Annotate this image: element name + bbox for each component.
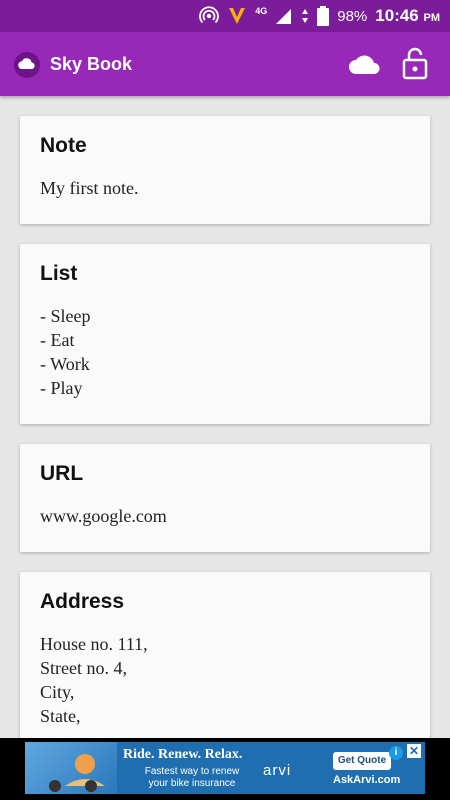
card-body: House no. 111, Street no. 4, City, State… [40, 632, 410, 728]
card-line: - Work [40, 354, 90, 374]
status-bar: 4G 98% 10:46 PM [0, 0, 450, 32]
data-arrows-icon [302, 9, 309, 23]
card-line: My first note. [40, 178, 139, 198]
note-card[interactable]: Note My first note. [20, 116, 430, 224]
note-card[interactable]: List - Sleep - Eat - Work - Play [20, 244, 430, 424]
card-title: Address [40, 590, 125, 613]
clock-ampm: PM [423, 12, 441, 24]
card-title: List [40, 262, 78, 285]
signal-icon [276, 9, 292, 24]
app-bar: Sky Book [0, 32, 450, 96]
card-line: City, [40, 682, 75, 702]
card-line: www.google.com [40, 506, 167, 526]
card-title: Note [40, 134, 87, 157]
battery-icon [317, 6, 330, 26]
ad-banner[interactable]: Ride. Renew. Relax. Fastest way to renew… [0, 738, 450, 800]
note-card[interactable]: URL www.google.com [20, 444, 430, 552]
ad-subtext-line: Fastest way to renew [144, 766, 240, 777]
app-title: Sky Book [50, 54, 133, 74]
card-body: www.google.com [40, 504, 410, 528]
clock-time: 10:46 [375, 6, 419, 25]
app-logo-icon [14, 52, 40, 78]
battery-level: 98% [337, 7, 368, 25]
card-line: House no. 111, [40, 634, 148, 654]
notes-list[interactable]: Note My first note. List - Sleep - Eat -… [0, 96, 450, 738]
ad-content[interactable]: Ride. Renew. Relax. Fastest way to renew… [25, 742, 425, 794]
card-line: Street no. 4, [40, 658, 127, 678]
ad-brand-logo: arvi [263, 762, 292, 779]
ad-domain: AskArvi.com [333, 774, 401, 786]
get-quote-button[interactable]: Get Quote [333, 752, 391, 770]
network-type: 4G [255, 6, 268, 16]
ad-headline: Ride. Renew. Relax. [123, 747, 243, 762]
card-body: My first note. [40, 176, 410, 200]
ad-close-icon[interactable]: ✕ [407, 744, 421, 758]
status-icons: 4G 98% 10:46 PM [199, 0, 440, 32]
hotspot-icon [199, 6, 220, 24]
card-title: URL [40, 462, 84, 485]
card-line: - Sleep [40, 306, 91, 326]
ad-image [25, 742, 117, 794]
clock: 10:46 PM [375, 6, 440, 26]
lock-icon [402, 47, 428, 80]
card-line: State, [40, 706, 81, 726]
cloud-icon [349, 55, 380, 74]
cloud-sync-button[interactable] [348, 50, 382, 78]
ad-subtext: Fastest way to renew your bike insurance [137, 766, 247, 790]
v-app-icon [229, 8, 246, 24]
ad-subtext-line: your bike insurance [148, 778, 236, 789]
card-body: - Sleep - Eat - Work - Play [40, 304, 410, 400]
card-line: - Play [40, 378, 83, 398]
ad-info-icon[interactable]: i [389, 746, 403, 760]
lock-button[interactable] [401, 46, 429, 80]
note-card[interactable]: Address House no. 111, Street no. 4, Cit… [20, 572, 430, 738]
card-line: - Eat [40, 330, 75, 350]
